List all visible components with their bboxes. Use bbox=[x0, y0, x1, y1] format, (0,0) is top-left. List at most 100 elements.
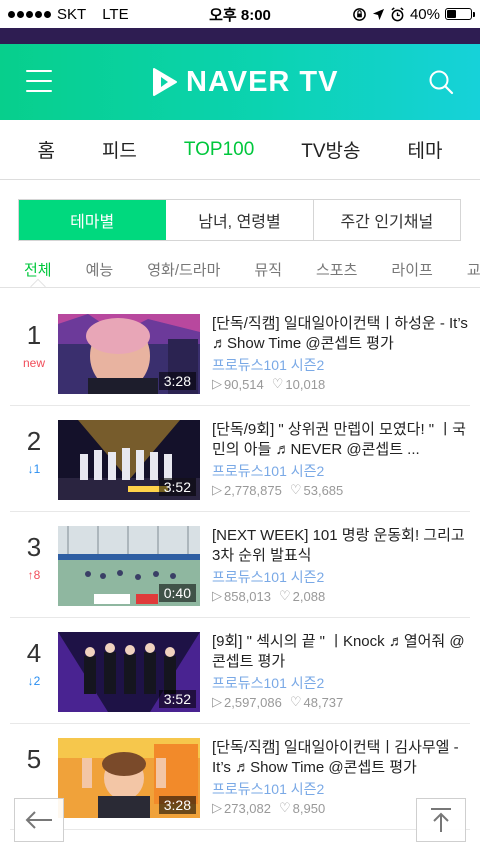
rank: 2 ↓1 bbox=[10, 420, 58, 476]
video-channel[interactable]: 프로듀스101 시즌2 bbox=[212, 461, 470, 481]
category-movie-drama[interactable]: 영화/드라마 bbox=[147, 259, 220, 280]
status-bar: SKT LTE 오후 8:00 40% bbox=[0, 0, 480, 28]
category-entertainment[interactable]: 예능 bbox=[86, 259, 114, 280]
video-title[interactable]: [NEXT WEEK] 101 명랑 운동회! 그리고 3차 순위 발표식 bbox=[212, 526, 470, 566]
rank-number: 4 bbox=[26, 638, 42, 668]
video-info: [단독/직캠] 일대일아이컨택ㅣ하성운 - It’s ♬Show Time @콘… bbox=[212, 314, 470, 392]
tab-theme[interactable]: 테마 bbox=[407, 136, 442, 163]
video-info: [9회] " 섹시의 끝 " ㅣKnock ♬열어줘 @콘셉트 평가 프로듀스1… bbox=[212, 632, 470, 710]
main-tabs: 홈 피드 TOP100 TV방송 테마 bbox=[0, 120, 480, 180]
naver-tv-logo[interactable]: NAVER TV bbox=[152, 64, 338, 100]
like-count: 2,088 bbox=[292, 588, 326, 604]
video-channel[interactable]: 프로듀스101 시즌2 bbox=[212, 779, 470, 799]
video-thumbnail[interactable]: 3:28 bbox=[58, 314, 200, 394]
status-right: 40% bbox=[352, 5, 475, 23]
promo-strip bbox=[0, 28, 480, 44]
view-count: 90,514 bbox=[224, 376, 264, 392]
video-stats: ▷ 2,778,875 ♡ 53,685 bbox=[212, 482, 470, 498]
rank: 4 ↓2 bbox=[10, 632, 58, 688]
category-sports[interactable]: 스포츠 bbox=[316, 259, 357, 280]
back-button[interactable] bbox=[14, 798, 64, 842]
video-duration: 3:28 bbox=[158, 372, 196, 390]
play-icon: ▷ bbox=[212, 588, 222, 603]
rank: 3 ↑8 bbox=[10, 526, 58, 582]
rotation-lock-icon bbox=[353, 7, 366, 21]
menu-line bbox=[26, 90, 52, 92]
segment-gender-age[interactable]: 남녀, 연령별 bbox=[166, 200, 314, 240]
video-item[interactable]: 2 ↓1 3:52 [단독/9회] " 상위권 만렙이 모였다! " ㅣ국민의 … bbox=[10, 406, 470, 512]
video-list: 1 new 3:28 [단독/직캠] 일대일아이컨택ㅣ하성운 - It’s ♬S… bbox=[0, 300, 480, 830]
play-logo-icon bbox=[153, 68, 177, 96]
menu-button[interactable] bbox=[26, 70, 52, 92]
search-button[interactable] bbox=[428, 69, 454, 95]
rank-change: ↓2 bbox=[27, 674, 41, 688]
video-channel[interactable]: 프로듀스101 시즌2 bbox=[212, 567, 470, 587]
video-stats: ▷ 858,013 ♡ 2,088 bbox=[212, 588, 470, 604]
video-item[interactable]: 4 ↓2 3:52 [9회] " 섹시의 끝 " ㅣKnock ♬열어줘 @콘셉… bbox=[10, 618, 470, 724]
video-duration: 3:28 bbox=[158, 796, 196, 814]
category-life[interactable]: 라이프 bbox=[391, 259, 432, 280]
network-type: LTE bbox=[102, 5, 129, 23]
video-item[interactable]: 1 new 3:28 [단독/직캠] 일대일아이컨택ㅣ하성운 - It’s ♬S… bbox=[10, 300, 470, 406]
video-thumbnail[interactable]: 3:52 bbox=[58, 420, 200, 500]
rank-number: 3 bbox=[26, 532, 42, 562]
arrow-up-to-top-icon bbox=[431, 808, 451, 832]
search-icon bbox=[429, 70, 454, 95]
alarm-icon bbox=[391, 6, 404, 21]
rank: 5 bbox=[10, 738, 58, 780]
view-count: 273,082 bbox=[224, 800, 271, 816]
play-icon: ▷ bbox=[212, 800, 222, 815]
video-title[interactable]: [9회] " 섹시의 끝 " ㅣKnock ♬열어줘 @콘셉트 평가 bbox=[212, 632, 470, 672]
video-item[interactable]: 3 ↑8 0:40 [NEXT WEEK] 101 명랑 운동회! 그리고 3차… bbox=[10, 512, 470, 618]
segment-weekly-channel[interactable]: 주간 인기채널 bbox=[313, 200, 460, 240]
video-thumbnail[interactable]: 3:52 bbox=[58, 632, 200, 712]
like-count: 10,018 bbox=[285, 376, 326, 392]
carrier: SKT bbox=[57, 5, 87, 23]
play-icon: ▷ bbox=[212, 694, 222, 709]
video-title[interactable]: [단독/9회] " 상위권 만렙이 모였다! " ㅣ국민의 아들 ♬NEVER … bbox=[212, 420, 470, 460]
rank-number: 2 bbox=[26, 426, 42, 456]
scroll-top-button[interactable] bbox=[416, 798, 466, 842]
heart-icon: ♡ bbox=[289, 482, 302, 497]
view-count: 2,778,875 bbox=[224, 482, 282, 498]
tab-top100[interactable]: TOP100 bbox=[184, 139, 254, 161]
rank-change: new bbox=[22, 356, 45, 370]
signal-icon bbox=[8, 10, 51, 18]
arrow-left-icon bbox=[25, 811, 52, 829]
category-education[interactable]: 교 bbox=[467, 259, 480, 280]
location-icon bbox=[372, 8, 385, 20]
battery-icon bbox=[445, 8, 475, 20]
rank-change: ↓1 bbox=[27, 462, 41, 476]
tab-feed[interactable]: 피드 bbox=[102, 136, 137, 163]
video-item[interactable]: 5 3:28 [단독/직캠] 일대일아이컨택ㅣ김사무엘 - It’s ♬Show… bbox=[10, 724, 470, 830]
video-channel[interactable]: 프로듀스101 시즌2 bbox=[212, 355, 470, 375]
video-stats: ▷ 2,597,086 ♡ 48,737 bbox=[212, 694, 470, 710]
segment-theme[interactable]: 테마별 bbox=[19, 200, 167, 240]
status-left: SKT LTE bbox=[8, 6, 129, 23]
like-count: 48,737 bbox=[303, 694, 344, 710]
like-count: 8,950 bbox=[292, 800, 326, 816]
menu-line bbox=[26, 70, 52, 72]
category-music[interactable]: 뮤직 bbox=[254, 259, 282, 280]
video-thumbnail[interactable]: 3:28 bbox=[58, 738, 200, 818]
tab-tv-broadcast[interactable]: TV방송 bbox=[301, 136, 360, 163]
video-title[interactable]: [단독/직캠] 일대일아이컨택ㅣ김사무엘 - It’s ♬Show Time @… bbox=[212, 738, 470, 778]
tab-home[interactable]: 홈 bbox=[37, 136, 54, 163]
logo-text: NAVER TV bbox=[186, 65, 339, 98]
category-all[interactable]: 전체 bbox=[24, 259, 52, 280]
heart-icon: ♡ bbox=[289, 694, 302, 709]
video-channel[interactable]: 프로듀스101 시즌2 bbox=[212, 673, 470, 693]
view-count: 858,013 bbox=[224, 588, 271, 604]
rank-change: ↑8 bbox=[27, 568, 41, 582]
category-tabs: 전체 예능 영화/드라마 뮤직 스포츠 라이프 교 bbox=[0, 252, 480, 288]
heart-icon: ♡ bbox=[279, 800, 291, 815]
app-header: NAVER TV bbox=[0, 44, 480, 120]
view-count: 2,597,086 bbox=[224, 694, 282, 710]
video-title[interactable]: [단독/직캠] 일대일아이컨택ㅣ하성운 - It’s ♬Show Time @콘… bbox=[212, 314, 470, 354]
video-thumbnail[interactable]: 0:40 bbox=[58, 526, 200, 606]
ranking-type-segment: 테마별 남녀, 연령별 주간 인기채널 bbox=[18, 199, 461, 241]
battery-percent: 40% bbox=[409, 5, 440, 23]
like-count: 53,685 bbox=[303, 482, 344, 498]
video-stats: ▷ 90,514 ♡ 10,018 bbox=[212, 376, 470, 392]
video-info: [단독/9회] " 상위권 만렙이 모였다! " ㅣ국민의 아들 ♬NEVER … bbox=[212, 420, 470, 498]
